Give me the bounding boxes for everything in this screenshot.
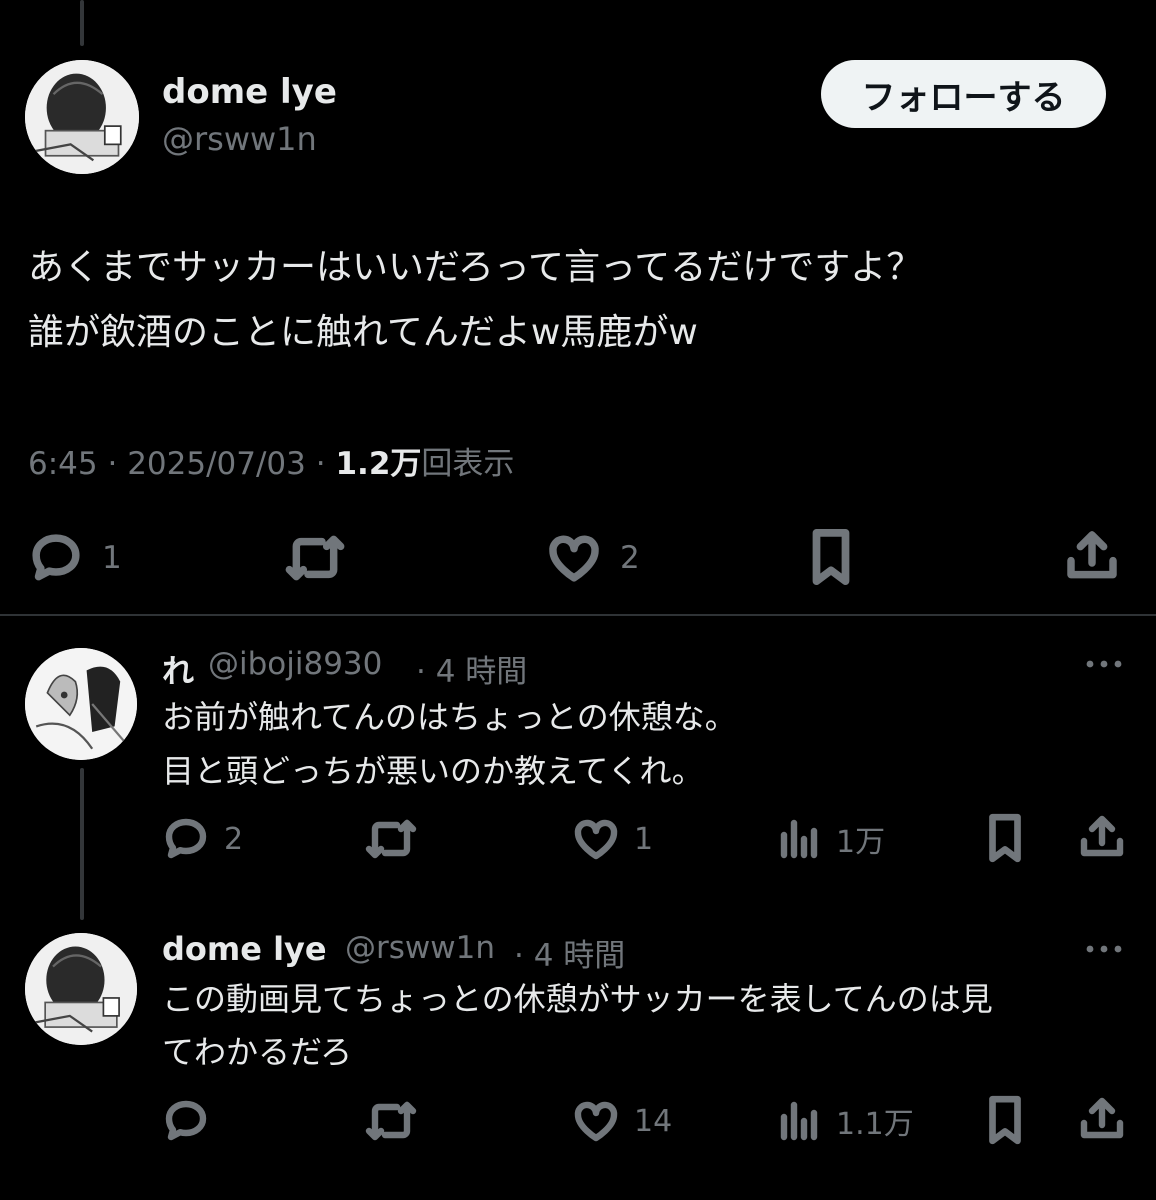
divider [0, 614, 1156, 616]
thread-line-reply [80, 768, 84, 920]
reply-text-line-1: お前が触れてんのはちょっとの休憩な。 [162, 698, 737, 736]
more-button[interactable] [1083, 652, 1125, 680]
reply-count: 1 [102, 540, 122, 576]
share-button[interactable] [1078, 1095, 1126, 1143]
avatar-image [25, 648, 137, 760]
views-icon [780, 819, 818, 859]
reply-author-handle[interactable]: @rsww1n [345, 930, 495, 966]
reply-icon [32, 534, 80, 581]
reply-text-line-2: 目と頭どっちが悪いのか教えてくれ。 [162, 752, 704, 790]
like-icon [549, 535, 599, 582]
author-handle[interactable]: @rsww1n [162, 120, 317, 158]
reply-time[interactable]: · 4 時間 [514, 930, 625, 975]
reply-icon [165, 1100, 207, 1141]
bookmark-button[interactable] [983, 1095, 1027, 1145]
views-count: 1.2万 [335, 446, 422, 482]
reply-button[interactable]: 1 [28, 530, 122, 586]
reply-author-handle[interactable]: @iboji8930 [208, 646, 382, 682]
share-button[interactable] [1064, 528, 1120, 584]
bookmark-button[interactable] [983, 813, 1027, 863]
reply-author-name[interactable]: れ [162, 646, 194, 692]
views-icon [780, 1101, 818, 1141]
reply-text-line-1: この動画見てちょっとの休憩がサッカーを表してんのは見 [162, 980, 993, 1018]
like-button[interactable]: 14 [572, 1097, 672, 1145]
thread-line-top [80, 0, 84, 46]
share-button[interactable] [1078, 813, 1126, 861]
bookmark-icon [812, 528, 850, 586]
views-label: 回表示 [421, 446, 515, 482]
meta-separator: · [315, 446, 326, 482]
retweet-button[interactable] [364, 1097, 418, 1145]
tweet-time[interactable]: 6:45 [28, 446, 98, 482]
reply-button[interactable]: 2 [162, 815, 243, 863]
view-count: 1万 [836, 825, 886, 860]
reply-avatar[interactable] [25, 648, 137, 760]
avatar-image [25, 933, 137, 1045]
tweet-meta: 6:45 · 2025/07/03 · 1.2万回表示 [28, 438, 514, 483]
views-button[interactable]: 1.1万 [778, 1097, 914, 1145]
like-count: 2 [620, 540, 640, 576]
share-icon [1080, 815, 1124, 857]
reply-author-name[interactable]: dome lye [162, 930, 327, 968]
like-count: 1 [634, 821, 654, 857]
share-icon [1067, 531, 1117, 579]
like-icon [574, 819, 618, 860]
reply-button[interactable] [162, 1097, 210, 1145]
retweet-icon [365, 819, 417, 859]
author-name[interactable]: dome lye [162, 72, 337, 112]
retweet-button[interactable] [364, 815, 418, 863]
avatar[interactable] [25, 60, 139, 174]
reply-avatar[interactable] [25, 933, 137, 1045]
share-icon [1080, 1097, 1124, 1139]
bookmark-button[interactable] [805, 528, 857, 586]
views-button[interactable]: 1万 [778, 815, 885, 863]
more-icon [1086, 660, 1122, 668]
more-button[interactable] [1083, 937, 1125, 965]
more-icon [1086, 945, 1122, 953]
bookmark-icon [989, 1095, 1021, 1145]
reply-text-line-2: てわかるだろ [162, 1033, 353, 1071]
meta-separator: · [107, 446, 118, 482]
tweet-text-line-2: 誰が飲酒のことに触れてんだよw馬鹿がw [28, 312, 698, 353]
tweet-text-line-1: あくまでサッカーはいいだろって言ってるだけですよ？ [28, 247, 923, 288]
bookmark-icon [989, 813, 1021, 863]
like-button[interactable]: 1 [572, 815, 653, 863]
reply-time[interactable]: · 4 時間 [416, 646, 527, 691]
like-icon [574, 1101, 618, 1142]
retweet-icon [285, 535, 345, 581]
follow-button[interactable]: フォローする [821, 60, 1106, 128]
view-count: 1.1万 [836, 1107, 914, 1142]
retweet-icon [365, 1101, 417, 1141]
reply-icon [165, 818, 207, 859]
like-count: 14 [634, 1103, 673, 1139]
like-button[interactable]: 2 [546, 530, 640, 586]
tweet-date[interactable]: 2025/07/03 [127, 446, 306, 482]
reply-count: 2 [224, 821, 244, 857]
avatar-image [25, 60, 139, 174]
retweet-button[interactable] [284, 530, 346, 586]
